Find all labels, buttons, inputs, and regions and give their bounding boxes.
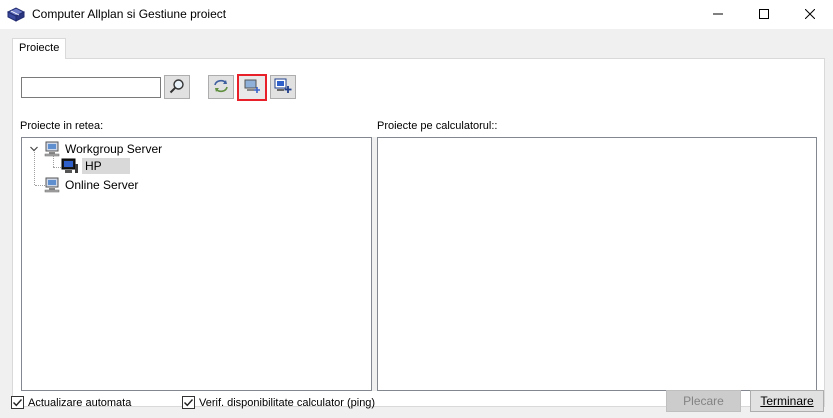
- close-icon: [804, 8, 816, 22]
- tree-connector: [53, 167, 61, 168]
- tree-item-workgroup-server[interactable]: Workgroup Server: [28, 140, 162, 158]
- minimize-icon: [713, 8, 723, 22]
- computer-icon: [61, 158, 79, 174]
- plecare-label: Plecare: [683, 394, 724, 408]
- ping-check-checkbox[interactable]: Verif. disponibilitate calculator (ping): [182, 396, 375, 409]
- add-project-icon: [274, 78, 292, 97]
- add-computer-button[interactable]: [237, 74, 267, 101]
- tab-proiecte-label: Proiecte: [19, 42, 60, 54]
- auto-update-label: Actualizare automata: [28, 396, 132, 409]
- network-projects-label: Proiecte in retea:: [20, 120, 104, 132]
- terminare-label: Terminare: [760, 394, 814, 408]
- checkmark-icon: [11, 396, 24, 409]
- local-projects-label: Proiecte pe calculatorul::: [377, 120, 498, 132]
- tree-item-hp[interactable]: HP: [61, 157, 130, 175]
- server-icon: [44, 141, 62, 157]
- refresh-arrows-icon: [212, 78, 230, 97]
- ping-check-label: Verif. disponibilitate calculator (ping): [199, 396, 376, 409]
- close-button[interactable]: [787, 0, 833, 29]
- window-title: Computer Allplan si Gestiune proiect: [32, 7, 227, 21]
- maximize-button[interactable]: [741, 0, 787, 29]
- search-button[interactable]: [164, 75, 190, 99]
- add-computer-icon: [243, 78, 261, 97]
- tree-item-label: HP: [82, 158, 130, 174]
- tab-panel-proiecte: Proiecte in retea: Proiecte pe calculato…: [12, 58, 825, 407]
- search-input[interactable]: [21, 77, 161, 98]
- terminare-button[interactable]: Terminare: [750, 390, 824, 412]
- tab-proiecte[interactable]: Proiecte: [12, 38, 66, 59]
- auto-update-checkbox[interactable]: Actualizare automata: [11, 396, 131, 409]
- network-projects-tree[interactable]: Workgroup Server HP Online Server: [21, 137, 372, 391]
- minimize-button[interactable]: [695, 0, 741, 29]
- allplan-app-icon: [6, 6, 26, 22]
- title-bar[interactable]: Computer Allplan si Gestiune proiect: [0, 0, 833, 29]
- server-icon: [44, 177, 62, 193]
- tree-item-label: Workgroup Server: [65, 142, 163, 156]
- refresh-button[interactable]: [208, 75, 234, 99]
- chevron-down-icon[interactable]: [28, 143, 40, 155]
- maximize-icon: [759, 8, 769, 22]
- plecare-button[interactable]: Plecare: [666, 390, 741, 412]
- magnifier-icon: [169, 78, 185, 97]
- client-area: Proiecte Proiecte in retea: Proiecte pe …: [0, 29, 833, 418]
- tree-item-online-server[interactable]: Online Server: [44, 176, 138, 194]
- local-projects-list[interactable]: [377, 137, 817, 391]
- tree-item-label: Online Server: [65, 178, 139, 192]
- add-project-button[interactable]: [270, 75, 296, 99]
- checkmark-icon: [182, 396, 195, 409]
